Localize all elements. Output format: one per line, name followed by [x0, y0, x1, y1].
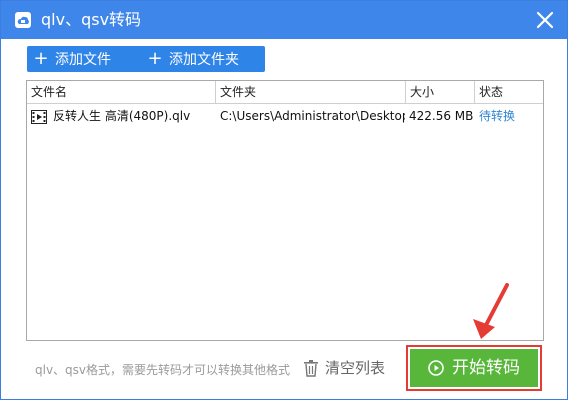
red-arrow-annotation: [473, 283, 509, 339]
plus-icon: +: [33, 48, 49, 69]
table-header: 文件名 文件夹 大小 状态: [27, 81, 543, 104]
file-folder: C:\Users\Administrator\Desktop: [220, 109, 405, 123]
close-icon[interactable]: [533, 8, 557, 32]
add-file-label: 添加文件: [55, 52, 111, 68]
converter-window: qlv、qsv转码 + 添加文件 + 添加文件夹 文件名 文件夹 大小 状态 反…: [0, 0, 568, 400]
title-bar[interactable]: qlv、qsv转码: [1, 1, 567, 39]
file-status[interactable]: 待转换: [479, 105, 539, 127]
trash-icon: [304, 360, 318, 377]
start-convert-label: 开始转码: [452, 358, 520, 378]
table-row[interactable]: 反转人生 高清(480P).qlv C:\Users\Administrator…: [27, 105, 543, 127]
add-file-button[interactable]: + 添加文件: [27, 46, 147, 72]
add-folder-label: 添加文件夹: [169, 52, 239, 68]
plus-icon: +: [147, 48, 163, 69]
column-header-name[interactable]: 文件名: [27, 81, 216, 103]
column-header-size[interactable]: 大小: [406, 81, 475, 103]
file-name: 反转人生 高清(480P).qlv: [53, 109, 191, 123]
format-note: qlv、qsv格式，需要先转码才可以转换其他格式: [35, 363, 291, 377]
file-size: 422.56 MB: [409, 109, 474, 123]
start-convert-button[interactable]: 开始转码: [410, 349, 538, 387]
video-file-icon: [31, 109, 47, 124]
add-folder-button[interactable]: + 添加文件夹: [141, 46, 265, 72]
column-header-folder[interactable]: 文件夹: [216, 81, 406, 103]
column-header-status[interactable]: 状态: [475, 81, 543, 103]
window-title: qlv、qsv转码: [41, 10, 142, 29]
app-logo-icon: [15, 12, 31, 28]
play-circle-icon: [428, 360, 444, 376]
clear-list-label: 清空列表: [325, 359, 386, 377]
